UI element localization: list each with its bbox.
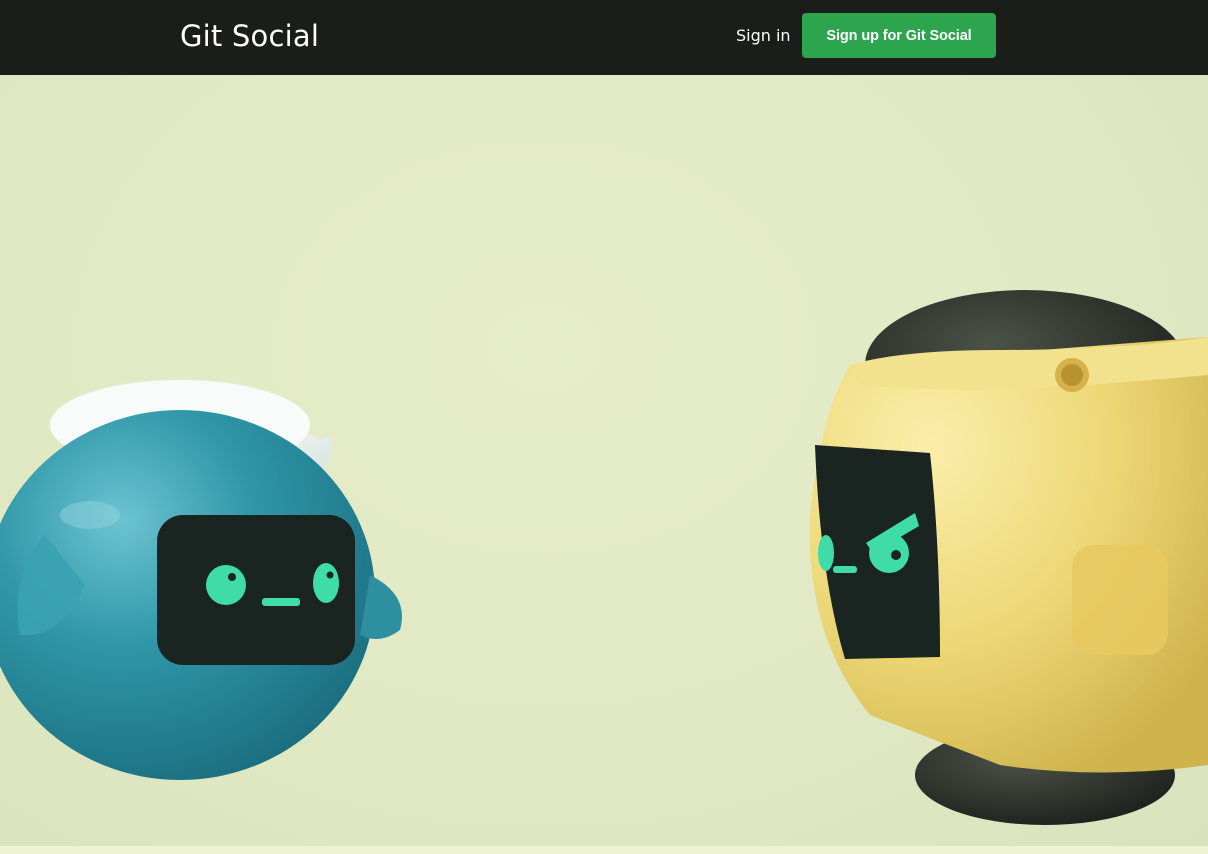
hero-banner xyxy=(0,75,1208,854)
bottom-fade-strip xyxy=(0,846,1208,854)
sign-in-link[interactable]: Sign in xyxy=(736,24,791,48)
yellow-robot-mascot xyxy=(809,290,1208,825)
sign-up-button[interactable]: Sign up for Git Social xyxy=(802,13,996,58)
landing-page: Git Social Sign in Sign up for Git Socia… xyxy=(0,0,1208,854)
hero-illustration xyxy=(0,290,1208,825)
blue-robot-mascot xyxy=(0,377,402,780)
right-eye-icon xyxy=(313,563,339,603)
brand-logo-link[interactable]: Git Social xyxy=(180,17,319,55)
top-navigation-bar: Git Social Sign in Sign up for Git Socia… xyxy=(0,0,1208,75)
left-eye-icon xyxy=(206,565,246,605)
